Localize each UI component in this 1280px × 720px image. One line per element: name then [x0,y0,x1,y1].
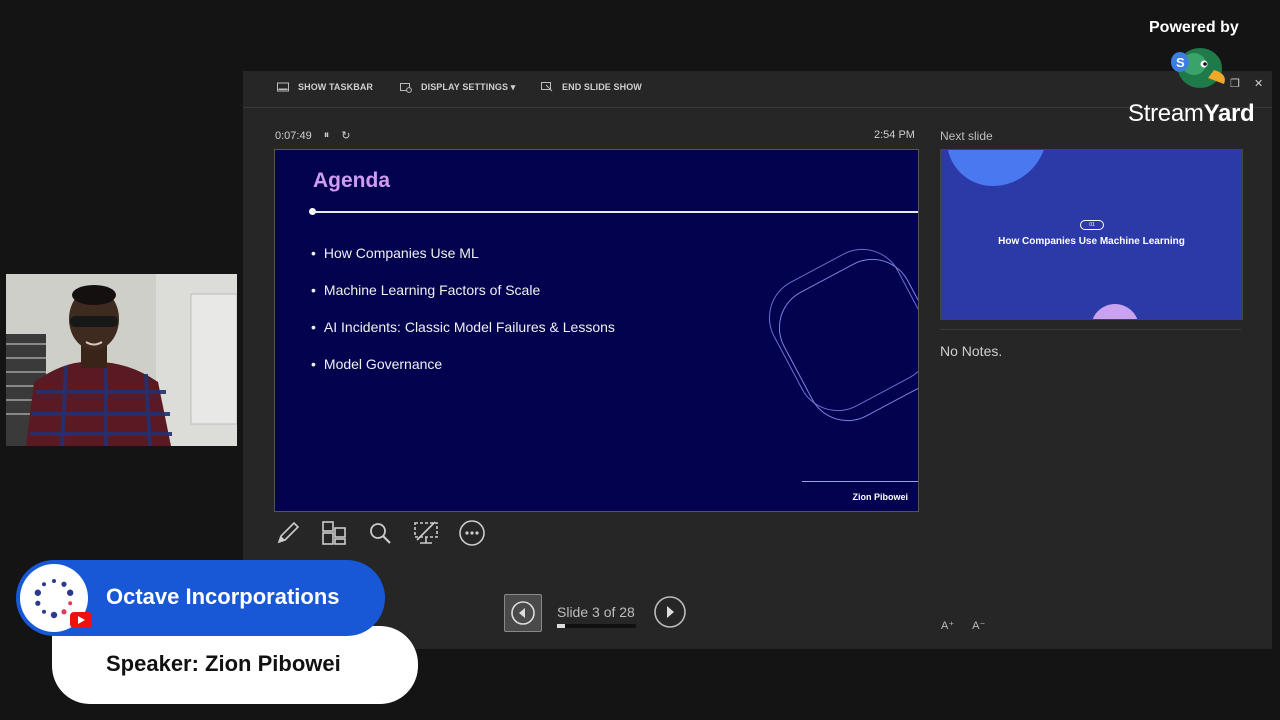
logo-dot [52,579,56,583]
slide-title: Agenda [313,169,391,192]
notes-font-controls: A⁺ A⁻ [941,619,985,632]
agenda-list: How Companies Use ML Machine Learning Fa… [311,245,615,393]
more-options-icon[interactable] [458,519,486,547]
youtube-icon [70,612,92,628]
notes-divider [940,329,1241,330]
logo-dot [68,601,73,606]
current-time: 2:54 PM [874,129,915,141]
end-slide-show-label: END SLIDE SHOW [562,82,642,92]
slide-author: Zion Pibowei [852,492,909,502]
end-show-icon [541,82,553,92]
svg-text:S: S [1176,55,1185,70]
logo-dot [61,581,67,587]
pause-timer-icon[interactable]: ⏸ [324,129,330,142]
agenda-item: Machine Learning Factors of Scale [311,282,615,319]
speaker-name: Speaker: Zion Pibowei [106,651,341,676]
slide-progress-bar [557,624,636,628]
streamyard-wordmark: StreamYard [1128,100,1255,128]
brand-bold: Yard [1203,100,1255,127]
slide-progress-fill [557,624,566,628]
logo-dot [42,609,47,614]
agenda-item: AI Incidents: Classic Model Failures & L… [311,319,615,356]
speaker-notes: No Notes. [940,343,1003,359]
see-all-slides-icon[interactable] [320,519,348,547]
channel-name: Octave Incorporations [106,584,340,609]
timer-value: 0:07:49 [275,129,312,142]
slide-counter: Slide 3 of 28 [557,604,635,620]
agenda-item: How Companies Use ML [311,245,615,282]
show-taskbar-button[interactable]: SHOW TASKBAR [277,82,373,92]
speaker-webcam-feed [6,274,237,446]
logo-dot [42,582,47,587]
next-slide-preview[interactable]: 01 How Companies Use Machine Learning [940,149,1243,320]
presenter-view-window: SHOW TASKBAR DISPLAY SETTINGS ▾ END SLID… [243,71,1272,649]
decrease-font-button[interactable]: A⁻ [972,619,985,632]
black-screen-icon[interactable] [412,519,440,547]
reset-timer-icon[interactable]: ↻ [341,129,350,142]
show-taskbar-label: SHOW TASKBAR [298,82,374,92]
title-rule [313,211,918,213]
decorative-blob [947,150,1047,186]
current-slide[interactable]: Agenda How Companies Use ML Machine Lear… [274,149,919,512]
slide-timer: 0:07:49 ⏸ ↻ [275,129,350,142]
logo-dot [34,589,42,596]
next-slide-label: Next slide [940,129,993,143]
logo-dot [35,600,41,606]
speaker-video-image [6,274,237,446]
speaker-banner: Speaker: Zion Pibowei [52,626,418,704]
section-number: 01 [1080,220,1104,230]
next-slide-title: How Companies Use Machine Learning [998,236,1185,247]
logo-dot [61,609,67,615]
arrow-left-icon [511,601,535,625]
next-slide-button[interactable] [653,595,687,629]
end-slide-show-button[interactable]: END SLIDE SHOW [541,82,642,92]
slide-tools [274,519,486,547]
logo-dot [50,611,58,619]
arrow-right-icon [654,596,686,628]
agenda-item: Model Governance [311,356,615,393]
display-settings-label: DISPLAY SETTINGS ▾ [421,82,516,92]
logo-dot [66,589,74,596]
previous-slide-button[interactable] [504,594,542,632]
brand-light: Stream [1128,100,1204,127]
taskbar-icon [277,82,289,92]
footer-rule [802,481,918,482]
channel-banner: Octave Incorporations [16,560,385,636]
presenter-toolbar: SHOW TASKBAR DISPLAY SETTINGS ▾ END SLID… [243,71,1272,108]
increase-font-button[interactable]: A⁺ [941,619,954,632]
pen-icon[interactable] [274,519,302,547]
zoom-icon[interactable] [366,519,394,547]
display-settings-icon [400,82,412,93]
decorative-blob [1091,304,1139,319]
powered-by-label: Powered by [1149,19,1239,36]
decorative-outline-shapes [768,248,918,422]
display-settings-button[interactable]: DISPLAY SETTINGS ▾ [400,82,515,93]
